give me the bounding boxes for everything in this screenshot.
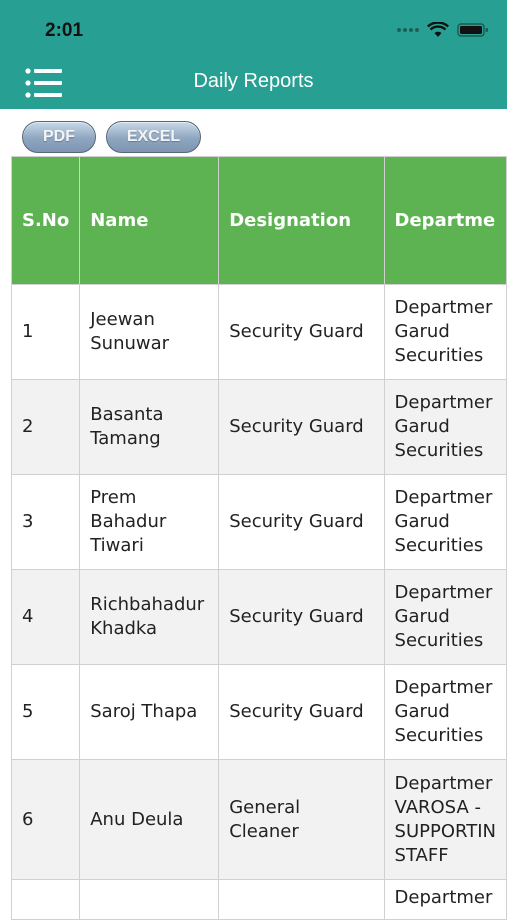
status-time: 2:01 bbox=[45, 20, 84, 41]
cell-name: Saroj Thapa bbox=[79, 664, 220, 760]
cell-name: Jeewan Sunuwar bbox=[79, 284, 220, 380]
column-header-sno[interactable]: S.No bbox=[10, 156, 81, 285]
column-header-designation[interactable]: Designation bbox=[218, 156, 385, 285]
signal-icon bbox=[397, 28, 419, 32]
cell-sno: 6 bbox=[10, 759, 81, 880]
table-row[interactable]: 1 Jeewan Sunuwar Security Guard Departme… bbox=[10, 284, 507, 380]
app-header: 2:01 Daily Reports bbox=[0, 0, 507, 109]
table-header-row: S.No Name Designation Departme bbox=[10, 156, 507, 285]
cell-department: Departmer VAROSA - SUPPORTIN STAFF bbox=[383, 759, 507, 880]
table-row[interactable]: 5 Saroj Thapa Security Guard Departmer G… bbox=[10, 664, 507, 760]
cell-designation: Security Guard bbox=[218, 284, 385, 380]
page-title: Daily Reports bbox=[193, 70, 314, 92]
cell-sno: 5 bbox=[10, 664, 81, 760]
export-toolbar: PDF EXCEL bbox=[22, 121, 201, 153]
cell-name: Anu Deula bbox=[79, 759, 220, 880]
cell-designation: Security Guard bbox=[218, 664, 385, 760]
column-header-name[interactable]: Name bbox=[79, 156, 220, 285]
cell-department: Departmer Garud Securities bbox=[383, 569, 507, 665]
cell-department: Departmer Garud Securities bbox=[383, 474, 507, 570]
cell-name: Basanta Tamang bbox=[79, 379, 220, 475]
cell-department: Departmer Garud Securities bbox=[383, 379, 507, 475]
cell-designation: General Cleaner bbox=[218, 759, 385, 880]
cell-designation: Security Guard bbox=[218, 379, 385, 475]
pdf-export-button[interactable]: PDF bbox=[22, 121, 96, 153]
excel-export-button[interactable]: EXCEL bbox=[106, 121, 201, 153]
cell-sno: 3 bbox=[10, 474, 81, 570]
table-row[interactable]: 4 Richbahadur Khadka Security Guard Depa… bbox=[10, 569, 507, 665]
table-row[interactable]: 6 Anu Deula General Cleaner Departmer VA… bbox=[10, 759, 507, 880]
cell-sno: 1 bbox=[10, 284, 81, 380]
cell-department: Departmer Garud Securities bbox=[383, 664, 507, 760]
cell-designation: Security Guard bbox=[218, 474, 385, 570]
cell-department: Departmer Garud Securities bbox=[383, 284, 507, 380]
cell-sno: 2 bbox=[10, 379, 81, 475]
table-row[interactable]: 2 Basanta Tamang Security Guard Departme… bbox=[10, 379, 507, 475]
battery-icon bbox=[457, 23, 488, 37]
cell-name: Prem Bahadur Tiwari bbox=[79, 474, 220, 570]
status-icons bbox=[397, 22, 489, 38]
table-row[interactable]: 3 Prem Bahadur Tiwari Security Guard Dep… bbox=[10, 474, 507, 570]
report-table: S.No Name Designation Departme 1 Jeewan … bbox=[10, 156, 507, 920]
column-header-department[interactable]: Departme bbox=[383, 156, 507, 285]
cell-name: Richbahadur Khadka bbox=[79, 569, 220, 665]
cell-designation: Security Guard bbox=[218, 569, 385, 665]
cell-sno: 4 bbox=[10, 569, 81, 665]
wifi-icon bbox=[427, 22, 449, 37]
